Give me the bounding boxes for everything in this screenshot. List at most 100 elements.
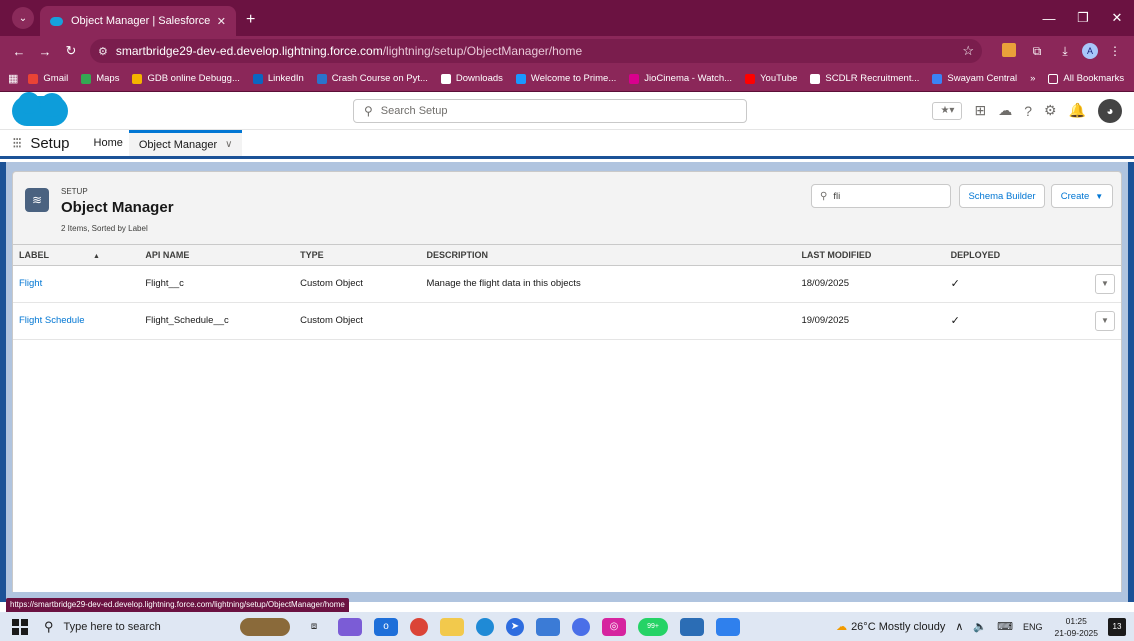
url-input[interactable]: ⚙ smartbridge29-dev-ed.develop.lightning…	[90, 39, 982, 63]
youtube-icon	[745, 73, 756, 84]
column-header-type[interactable]: TYPE	[294, 245, 421, 266]
search-highlight-icon[interactable]	[240, 617, 290, 636]
profile-avatar[interactable]: A	[1082, 43, 1098, 59]
setup-gear-icon[interactable]: ⚙	[1044, 102, 1057, 119]
column-header-label[interactable]: LABEL ▲	[13, 245, 140, 266]
schema-builder-button[interactable]: Schema Builder	[959, 184, 1045, 208]
column-header-last-modified[interactable]: LAST MODIFIED	[795, 245, 945, 266]
salesforce-logo[interactable]	[12, 91, 68, 126]
weather-text[interactable]: 26°C Mostly cloudy	[851, 621, 945, 633]
bookmark-item[interactable]: Maps	[81, 73, 119, 84]
all-bookmarks-button[interactable]: All Bookmarks	[1048, 73, 1124, 84]
remote-desktop-icon[interactable]	[680, 617, 704, 636]
bookmark-item[interactable]: Downloads	[440, 73, 503, 84]
sort-ascending-icon[interactable]: ▲	[93, 253, 100, 260]
status-bar-url: https://smartbridge29-dev-ed.develop.lig…	[6, 598, 349, 612]
bookmark-star-icon[interactable]: ☆	[962, 43, 974, 59]
object-label-link[interactable]: Flight Schedule	[13, 302, 140, 340]
download-icon[interactable]: ⤓	[1054, 44, 1076, 59]
extension-bookmark-icon[interactable]	[998, 42, 1020, 60]
search-icon: ⚲	[820, 190, 828, 202]
instagram-icon[interactable]: ◎	[602, 617, 626, 636]
photos-icon[interactable]	[716, 617, 740, 636]
user-avatar[interactable]: ◕	[1098, 98, 1122, 123]
gemini-icon[interactable]	[572, 617, 590, 636]
edge-icon[interactable]	[476, 617, 494, 636]
window-controls: — ❐ ✕	[1032, 0, 1134, 36]
browser-tab[interactable]: Object Manager | Salesforce ✕	[40, 6, 236, 36]
volume-icon[interactable]: 🔈	[973, 620, 987, 633]
notifications-bell-icon[interactable]: 🔔	[1069, 102, 1086, 119]
column-header-description[interactable]: DESCRIPTION	[420, 245, 796, 266]
close-window-icon[interactable]: ✕	[1100, 10, 1134, 26]
chevron-down-icon[interactable]: ∨	[225, 139, 232, 150]
app-launcher-icon[interactable]: ⁝⁝⁝	[12, 130, 22, 156]
tab-close-icon[interactable]: ✕	[217, 15, 226, 28]
outlook-icon[interactable]: o	[374, 617, 398, 636]
object-api-name: Flight__c	[139, 265, 295, 303]
clock[interactable]: 01:25 21-09-2025	[1055, 615, 1098, 639]
weather-icon[interactable]: ☁	[836, 620, 847, 633]
minimize-icon[interactable]: —	[1032, 11, 1066, 26]
bookmark-item[interactable]: Welcome to Prime...	[515, 73, 616, 84]
extensions-icon[interactable]: ⧉	[1026, 44, 1048, 59]
column-header-deployed[interactable]: DEPLOYED	[944, 245, 1082, 266]
bookmark-label: Maps	[96, 73, 120, 84]
taskbar-search-box[interactable]: ⚲ Type here to search	[38, 612, 234, 641]
telegram-icon[interactable]: ➤	[506, 617, 524, 636]
word-icon[interactable]	[536, 617, 560, 636]
language-indicator[interactable]: ENG	[1023, 622, 1043, 632]
whatsapp-icon[interactable]: 99+	[638, 617, 668, 636]
quick-find-value: fli	[833, 190, 841, 202]
maximize-icon[interactable]: ❐	[1066, 10, 1100, 26]
tab-search-icon[interactable]: ⌄	[12, 7, 34, 29]
bookmark-item[interactable]: JioCinema - Watch...	[629, 73, 732, 84]
favorites-star-icon[interactable]: ★▾	[932, 101, 963, 120]
forward-icon[interactable]: →	[34, 44, 56, 59]
bookmark-item[interactable]: YouTube	[745, 73, 797, 84]
chrome-icon[interactable]	[410, 617, 428, 636]
bookmark-item[interactable]: Crash Course on Pyt...	[316, 73, 428, 84]
global-actions-icon[interactable]: ⊞	[974, 102, 986, 119]
back-icon[interactable]: ←	[8, 44, 30, 59]
windows-taskbar: ⚲ Type here to search ⧈ o ➤ ◎ 99+ ☁ 26°C…	[0, 612, 1134, 641]
create-label: Create	[1060, 190, 1090, 202]
new-tab-icon[interactable]: +	[246, 11, 255, 29]
object-api-name: Flight_Schedule__c	[139, 302, 295, 340]
column-header-api-name[interactable]: API NAME	[139, 245, 295, 266]
quick-find-input[interactable]: ⚲ fli	[811, 184, 951, 208]
all-bookmarks-label: All Bookmarks	[1063, 73, 1125, 84]
object-label-link[interactable]: Flight	[13, 265, 140, 303]
notification-center-icon[interactable]: 13	[1108, 617, 1126, 636]
deployed-check-icon: ✓	[944, 265, 1082, 303]
row-action-menu-icon[interactable]: ▼	[1095, 273, 1115, 294]
help-icon[interactable]: ?	[1024, 103, 1032, 119]
windows-start-icon[interactable]	[12, 618, 28, 635]
copilot-icon[interactable]	[338, 617, 362, 636]
more-bookmarks-button[interactable]: »	[1030, 73, 1035, 84]
bookmarks-bar: ▦ Gmail Maps GDB online Debugg... LinkedIn C…	[0, 66, 1134, 92]
bookmark-item[interactable]: Swayam Central	[932, 73, 1017, 84]
bookmark-item[interactable]: LinkedIn	[252, 73, 304, 84]
bookmark-item[interactable]: Gmail	[28, 73, 68, 84]
search-setup-input[interactable]: ⚲ Search Setup	[353, 99, 747, 123]
site-info-icon[interactable]: ⚙	[98, 45, 108, 58]
nav-home-tab[interactable]: Home	[88, 130, 129, 156]
row-action-menu-icon[interactable]: ▼	[1095, 310, 1115, 331]
browser-menu-icon[interactable]: ⋮	[1104, 44, 1126, 58]
bookmark-item[interactable]: GDB online Debugg...	[132, 73, 240, 84]
swayam-icon	[932, 73, 943, 84]
file-explorer-icon[interactable]	[440, 617, 464, 636]
bookmark-label: Gmail	[43, 73, 69, 84]
show-hidden-icons-icon[interactable]: ∧	[955, 620, 963, 633]
bookmark-item[interactable]: SCDLR Recruitment...	[810, 73, 919, 84]
task-view-icon[interactable]: ⧈	[302, 618, 326, 636]
object-manager-header: ≋ SETUP Object Manager 2 Items, Sorted b…	[12, 171, 1122, 245]
keyboard-icon[interactable]: ⌨	[997, 620, 1013, 633]
apps-grid-icon[interactable]: ▦	[8, 72, 18, 85]
reload-icon[interactable]: ↻	[60, 43, 82, 59]
create-button[interactable]: Create ▼	[1051, 184, 1113, 208]
trailhead-icon[interactable]: ☁	[998, 102, 1012, 119]
nav-object-manager-tab[interactable]: Object Manager ∨	[128, 130, 243, 156]
prime-icon	[515, 73, 526, 84]
